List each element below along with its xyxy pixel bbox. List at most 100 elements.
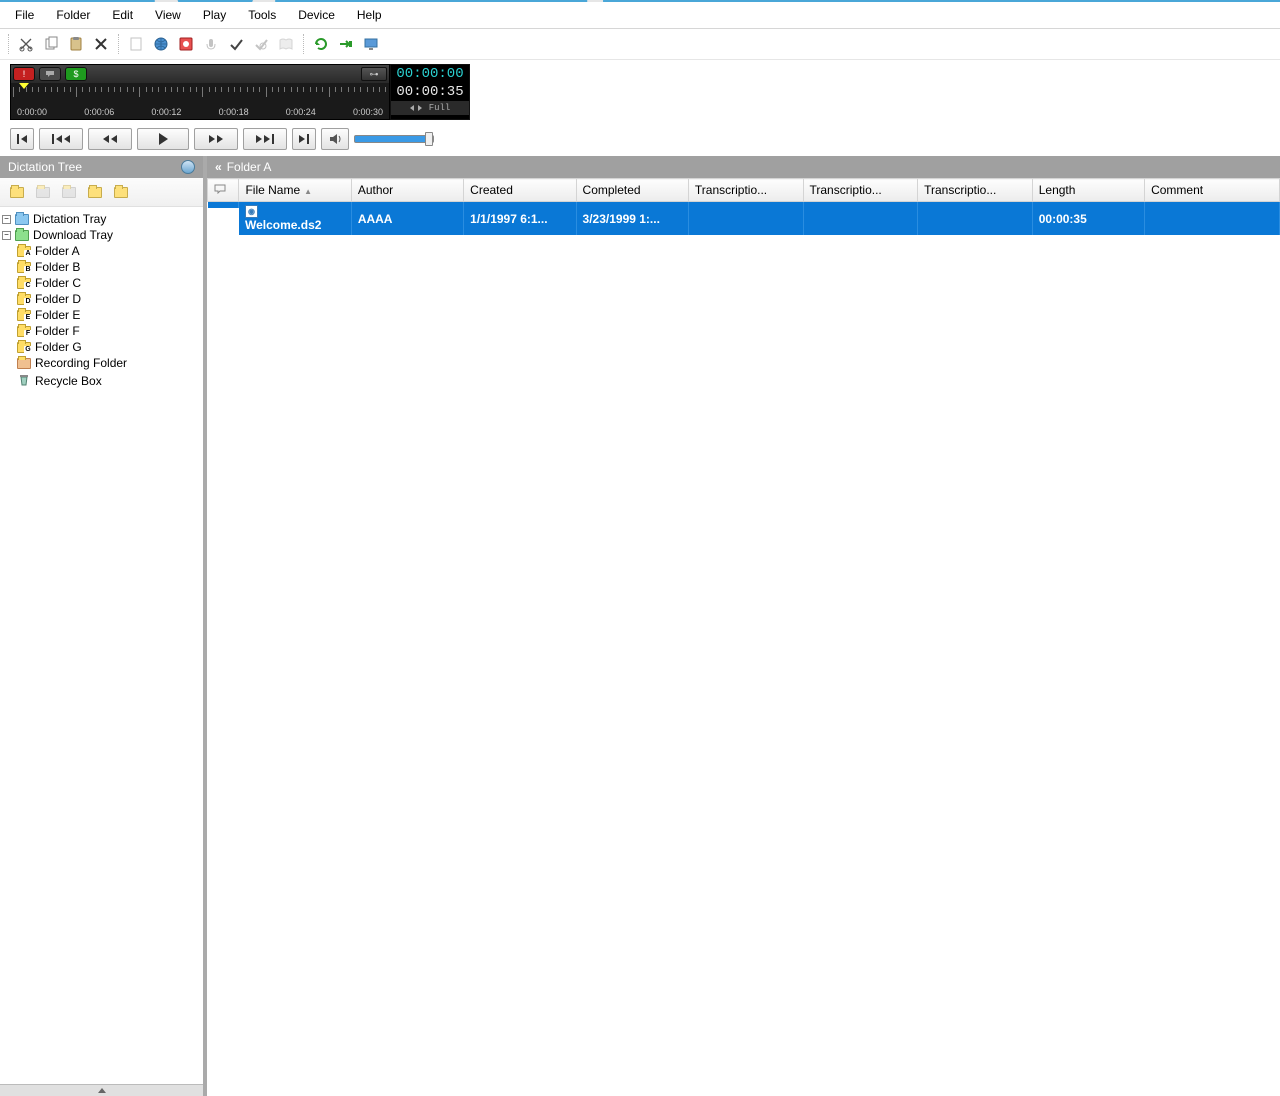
- folder-open-icon[interactable]: [84, 182, 106, 202]
- table-row[interactable]: ◉ Welcome.ds2AAAA1/1/1997 6:1...3/23/199…: [208, 202, 1280, 236]
- column-header[interactable]: Transcriptio...: [803, 179, 918, 202]
- menu-view[interactable]: View: [144, 4, 192, 26]
- marker-comment-icon[interactable]: [39, 67, 61, 81]
- delete-icon[interactable]: [89, 32, 113, 56]
- menu-device[interactable]: Device: [287, 4, 346, 26]
- stamp-icon[interactable]: [249, 32, 273, 56]
- marker-red-icon[interactable]: !: [13, 67, 35, 81]
- checkmark-icon[interactable]: [224, 32, 248, 56]
- menu-tools[interactable]: Tools: [237, 4, 287, 26]
- volume-slider[interactable]: [354, 135, 434, 143]
- column-header[interactable]: [208, 179, 239, 202]
- lock-icon[interactable]: ⊶: [361, 67, 387, 81]
- transport-controls: [0, 124, 1280, 156]
- book-icon[interactable]: [274, 32, 298, 56]
- column-header[interactable]: Completed: [576, 179, 688, 202]
- skip-end-button[interactable]: [292, 128, 316, 150]
- play-button[interactable]: [137, 128, 189, 150]
- tree-folder-c[interactable]: CFolder C: [2, 275, 201, 291]
- menu-file[interactable]: File: [4, 4, 45, 26]
- timeline-track[interactable]: ! $ ⊶ 0:00:000:00:060:00:120:00:180:00:2…: [10, 64, 390, 120]
- marker-green-icon[interactable]: $: [65, 67, 87, 81]
- tree-folder-g[interactable]: G Folder G: [2, 339, 201, 355]
- tree-folder-b[interactable]: B Folder B: [2, 259, 201, 275]
- folder-yellow-icon[interactable]: [6, 182, 28, 202]
- sidebar-header: Dictation Tree: [0, 156, 203, 178]
- column-header[interactable]: Transcriptio...: [918, 179, 1033, 202]
- column-header[interactable]: Comment: [1145, 179, 1280, 202]
- rewind-button[interactable]: [88, 128, 132, 150]
- volume-icon[interactable]: [321, 128, 349, 150]
- tree-folder-a[interactable]: AFolder A: [2, 243, 201, 259]
- menu-play[interactable]: Play: [192, 4, 237, 26]
- toolbar-separator: [118, 34, 119, 54]
- menu-edit[interactable]: Edit: [101, 4, 144, 26]
- tree-folder-e[interactable]: E Folder E: [2, 307, 201, 323]
- tree-label: Folder G: [35, 340, 82, 354]
- timeline-strip: ! $ ⊶ 0:00:000:00:060:00:120:00:180:00:2…: [0, 60, 1280, 124]
- tree-label: Recording Folder: [35, 356, 127, 370]
- next-button[interactable]: [243, 128, 287, 150]
- monitor-icon[interactable]: [359, 32, 383, 56]
- tree-folder-d[interactable]: DFolder D: [2, 291, 201, 307]
- toolbar-separator: [303, 34, 304, 54]
- tree-download-tray[interactable]: − Download Tray: [2, 227, 201, 243]
- column-header[interactable]: File Name▲: [239, 179, 351, 202]
- paste-icon[interactable]: [64, 32, 88, 56]
- timeline-ruler[interactable]: 0:00:000:00:060:00:120:00:180:00:240:00:…: [11, 83, 389, 119]
- record-icon[interactable]: [174, 32, 198, 56]
- tree-dictation-tray[interactable]: −Dictation Tray: [2, 211, 201, 227]
- refresh-icon[interactable]: [309, 32, 333, 56]
- tree-label: Folder E: [35, 308, 80, 322]
- column-header[interactable]: Length: [1032, 179, 1144, 202]
- folder-icon: E: [17, 310, 31, 321]
- folder-gray2-icon[interactable]: [58, 182, 80, 202]
- folder-gray-icon[interactable]: [32, 182, 54, 202]
- menu-help[interactable]: Help: [346, 4, 393, 26]
- skip-start-button[interactable]: [10, 128, 34, 150]
- recycle-icon: [17, 372, 31, 389]
- tree-folder-f[interactable]: FFolder F: [2, 323, 201, 339]
- globe-icon[interactable]: [149, 32, 173, 56]
- file-table: File Name▲AuthorCreatedCompletedTranscri…: [207, 178, 1280, 1096]
- collapse-icon[interactable]: «: [215, 160, 219, 174]
- toolbar: [0, 29, 1280, 60]
- folder-add-icon[interactable]: [110, 182, 132, 202]
- folder-icon: D: [17, 294, 31, 305]
- dictation-icon[interactable]: [199, 32, 223, 56]
- folder-icon: [15, 230, 29, 241]
- tree-label: Recycle Box: [35, 374, 102, 388]
- forward-button[interactable]: [194, 128, 238, 150]
- column-header[interactable]: Transcriptio...: [688, 179, 803, 202]
- time-current: 00:00:00: [391, 65, 469, 83]
- tree-label: Folder B: [35, 260, 80, 274]
- column-header[interactable]: Created: [464, 179, 576, 202]
- time-display: 00:00:00 00:00:35 Full: [390, 64, 470, 120]
- tree-recycle-box[interactable]: Recycle Box: [2, 371, 201, 390]
- menubar: FileFolderEditViewPlayToolsDeviceHelp: [0, 2, 1280, 29]
- pin-icon[interactable]: [181, 160, 195, 174]
- tree-recording-folder[interactable]: Recording Folder: [2, 355, 201, 371]
- folder-toolbar: [0, 178, 203, 207]
- folder-icon: G: [17, 342, 31, 353]
- new-file-icon[interactable]: [124, 32, 148, 56]
- folder-icon: [17, 358, 31, 369]
- tree-label: Folder F: [35, 324, 80, 338]
- column-header[interactable]: Author: [351, 179, 463, 202]
- sidebar-collapse[interactable]: [0, 1084, 203, 1096]
- prev-button[interactable]: [39, 128, 83, 150]
- folder-icon: C: [17, 278, 31, 289]
- expand-icon[interactable]: −: [2, 215, 11, 224]
- time-total: 00:00:35: [391, 83, 469, 101]
- tree-label: Download Tray: [33, 228, 113, 242]
- time-mode[interactable]: Full: [391, 101, 469, 115]
- menu-folder[interactable]: Folder: [45, 4, 101, 26]
- sidebar-title: Dictation Tree: [8, 160, 82, 174]
- toolbar-separator: [8, 34, 9, 54]
- copy-icon[interactable]: [39, 32, 63, 56]
- cut-icon[interactable]: [14, 32, 38, 56]
- expand-icon[interactable]: −: [2, 231, 11, 240]
- send-icon[interactable]: [334, 32, 358, 56]
- file-icon: ◉: [245, 205, 258, 218]
- folder-icon: B: [17, 262, 31, 273]
